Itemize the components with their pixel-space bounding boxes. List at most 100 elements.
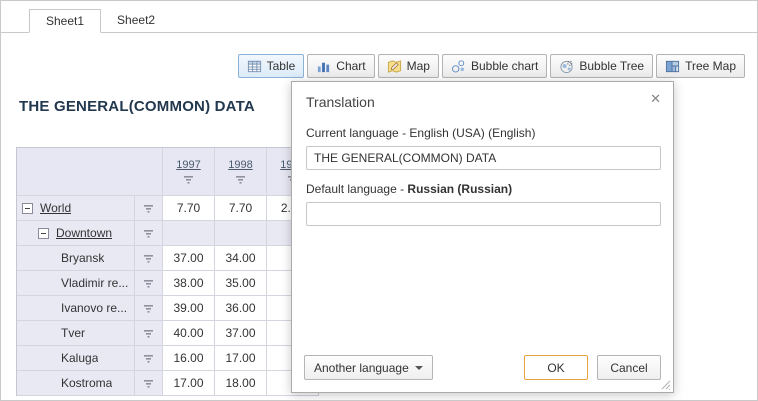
- default-language-prefix: Default language -: [306, 182, 407, 196]
- tab-sheet1[interactable]: Sheet1: [29, 9, 101, 33]
- translation-dialog: Translation ✕ Current language - English…: [291, 81, 674, 393]
- row-label-cell: Bryansk: [17, 246, 135, 271]
- value-cell: [215, 221, 267, 246]
- row-label-cell: World: [17, 196, 135, 221]
- filter-icon[interactable]: [235, 175, 246, 184]
- value-cell: 34.00: [215, 246, 267, 271]
- table-view-button[interactable]: Table: [238, 54, 305, 78]
- filter-icon[interactable]: [183, 175, 194, 184]
- value-cell: 35.00: [215, 271, 267, 296]
- value-cell: 17.00: [215, 346, 267, 371]
- default-language-label: Default language - Russian (Russian): [306, 182, 659, 196]
- dialog-title: Translation: [292, 82, 673, 114]
- current-language-label: Current language - English (USA) (Englis…: [306, 126, 659, 140]
- table-view-label: Table: [267, 59, 296, 73]
- filter-icon[interactable]: [143, 304, 154, 313]
- current-language-input[interactable]: [306, 146, 661, 170]
- row-label: Vladimir re...: [61, 276, 128, 290]
- table-icon: [247, 59, 262, 74]
- table-row-downtown: Downtown: [17, 221, 319, 246]
- year-link[interactable]: 1998: [228, 159, 252, 171]
- bubble-chart-icon: [451, 59, 466, 74]
- bubble-chart-view-button[interactable]: Bubble chart: [442, 54, 547, 78]
- row-label-cell: Tver: [17, 321, 135, 346]
- table-row-tver: Tver 40.00 37.00: [17, 321, 319, 346]
- pivot-corner-cell: [17, 148, 163, 196]
- another-language-label: Another language: [314, 361, 409, 375]
- filter-icon[interactable]: [143, 254, 154, 263]
- value-cell: 36.00: [215, 296, 267, 321]
- ok-button[interactable]: OK: [524, 355, 588, 380]
- bubble-tree-view-button[interactable]: Bubble Tree: [550, 54, 653, 78]
- row-label[interactable]: World: [40, 201, 71, 215]
- value-cell: 17.00: [163, 371, 215, 396]
- table-row-kaluga: Kaluga 16.00 17.00: [17, 346, 319, 371]
- filter-icon[interactable]: [143, 354, 154, 363]
- filter-icon[interactable]: [143, 329, 154, 338]
- table-row-vladimir: Vladimir re... 38.00 35.00: [17, 271, 319, 296]
- value-cell: [163, 221, 215, 246]
- bubble-tree-view-label: Bubble Tree: [579, 59, 644, 73]
- row-label-cell: Ivanovo re...: [17, 296, 135, 321]
- tree-map-icon: [665, 59, 680, 74]
- chart-view-label: Chart: [336, 59, 365, 73]
- row-label: Kostroma: [61, 376, 112, 390]
- row-filter-cell: [135, 196, 163, 221]
- tab-sheet2[interactable]: Sheet2: [101, 9, 171, 33]
- value-cell: 40.00: [163, 321, 215, 346]
- resize-handle[interactable]: [660, 379, 671, 390]
- row-label[interactable]: Downtown: [56, 226, 112, 240]
- bubble-chart-view-label: Bubble chart: [471, 59, 538, 73]
- row-filter-cell: [135, 221, 163, 246]
- tree-map-view-button[interactable]: Tree Map: [656, 54, 745, 78]
- value-cell: 38.00: [163, 271, 215, 296]
- filter-icon[interactable]: [143, 229, 154, 238]
- row-label: Kaluga: [61, 351, 98, 365]
- map-view-label: Map: [407, 59, 430, 73]
- table-row-kostroma: Kostroma 17.00 18.00: [17, 371, 319, 396]
- row-label: Tver: [61, 326, 85, 340]
- row-filter-cell: [135, 346, 163, 371]
- row-filter-cell: [135, 321, 163, 346]
- default-language-name: Russian (Russian): [407, 182, 512, 196]
- close-icon[interactable]: ✕: [650, 92, 661, 106]
- row-filter-cell: [135, 371, 163, 396]
- column-header-1997: 1997: [163, 148, 215, 196]
- row-filter-cell: [135, 271, 163, 296]
- value-cell: 18.00: [215, 371, 267, 396]
- row-label-cell: Downtown: [17, 221, 135, 246]
- value-cell: 37.00: [215, 321, 267, 346]
- filter-icon[interactable]: [143, 204, 154, 213]
- row-label: Bryansk: [61, 251, 104, 265]
- another-language-button[interactable]: Another language: [304, 355, 433, 380]
- view-toolbar: Table Chart Map Bubble chart: [238, 54, 745, 78]
- dialog-footer: Another language OK Cancel: [304, 355, 661, 380]
- filter-icon[interactable]: [143, 379, 154, 388]
- app-window: Sheet1 Sheet2 Table Chart: [0, 0, 758, 401]
- page-title: THE GENERAL(COMMON) DATA: [19, 98, 255, 115]
- table-row-bryansk: Bryansk 37.00 34.00: [17, 246, 319, 271]
- value-cell: 7.70: [215, 196, 267, 221]
- table-row-ivanovo: Ivanovo re... 39.00 36.00: [17, 296, 319, 321]
- tree-map-view-label: Tree Map: [685, 59, 736, 73]
- year-link[interactable]: 1997: [176, 159, 200, 171]
- sheet-tabbar: Sheet1 Sheet2: [1, 1, 757, 33]
- collapse-button[interactable]: [22, 203, 33, 214]
- row-filter-cell: [135, 246, 163, 271]
- filter-icon[interactable]: [143, 279, 154, 288]
- cancel-button[interactable]: Cancel: [597, 355, 661, 380]
- bubble-tree-icon: [559, 59, 574, 74]
- map-view-button[interactable]: Map: [378, 54, 439, 78]
- value-cell: 37.00: [163, 246, 215, 271]
- row-label: Ivanovo re...: [61, 301, 127, 315]
- pivot-header-row: 1997 1998 1999: [17, 148, 319, 196]
- row-filter-cell: [135, 296, 163, 321]
- row-label-cell: Kaluga: [17, 346, 135, 371]
- row-label-cell: Kostroma: [17, 371, 135, 396]
- collapse-button[interactable]: [38, 228, 49, 239]
- default-language-input[interactable]: [306, 202, 661, 226]
- chart-view-button[interactable]: Chart: [307, 54, 374, 78]
- chevron-down-icon: [415, 366, 423, 370]
- value-cell: 39.00: [163, 296, 215, 321]
- row-label-cell: Vladimir re...: [17, 271, 135, 296]
